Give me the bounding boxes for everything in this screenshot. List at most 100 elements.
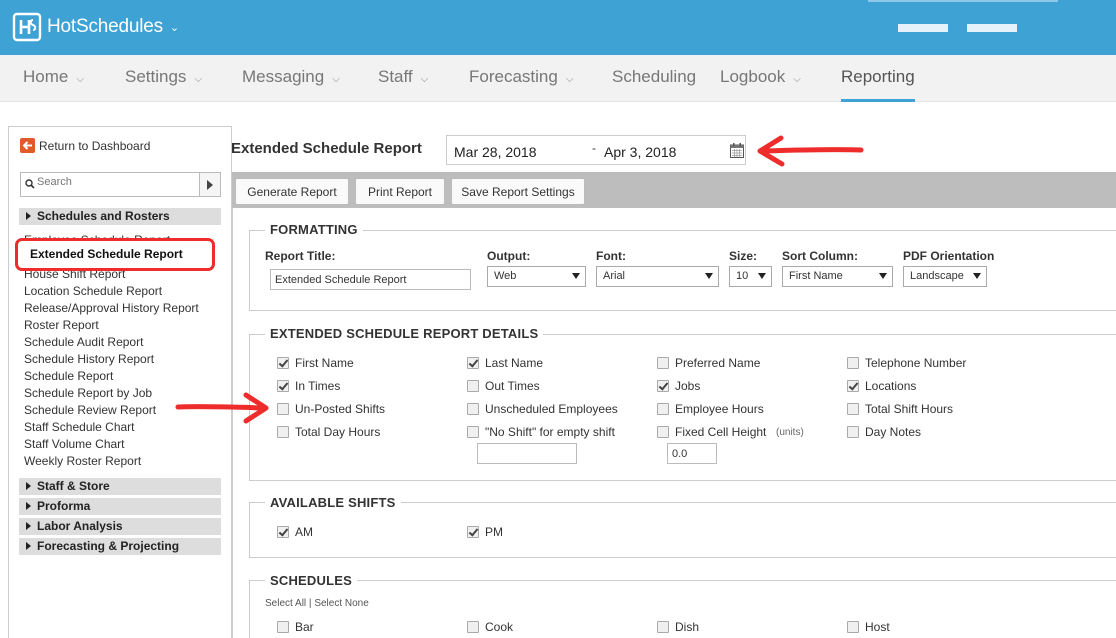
select-links: Select All | Select None [265,598,369,609]
checkbox[interactable] [657,380,669,392]
nav-label: Staff [378,67,413,86]
checkbox[interactable] [847,380,859,392]
available-shifts-panel [249,502,1116,558]
checkbox-label[interactable]: PM [485,525,503,539]
checkbox-label[interactable]: Unscheduled Employees [485,402,618,416]
checkbox-label[interactable]: Last Name [485,356,543,370]
sidebar-item[interactable]: Weekly Roster Report [24,454,141,468]
section-forecasting-projecting[interactable]: Forecasting & Projecting [19,538,221,555]
select-all-link[interactable]: Select All [265,598,306,609]
checkbox[interactable] [467,426,479,438]
section-proforma[interactable]: Proforma [19,498,221,515]
checkbox[interactable] [467,526,479,538]
sidebar-item[interactable]: Schedule Review Report [24,403,156,417]
checkbox[interactable] [277,380,289,392]
checkbox-label[interactable]: AM [295,525,313,539]
checkbox-label[interactable]: Cook [485,620,513,634]
checkbox-label[interactable]: Total Day Hours [295,425,380,439]
redacted-account-info[interactable] [967,24,1017,32]
nav-label: Scheduling [612,67,697,86]
sidebar-item[interactable]: Roster Report [24,318,99,332]
no-shift-text-input[interactable] [477,443,577,464]
cell-height-input[interactable] [667,443,717,464]
chevron-down-icon: ⌵ [194,74,203,85]
checkbox[interactable] [657,403,669,415]
checkbox-label[interactable]: Jobs [675,379,700,393]
checkbox-label[interactable]: Day Notes [865,425,921,439]
calendar-icon[interactable] [730,143,744,158]
checkbox[interactable] [277,426,289,438]
sidebar-item[interactable]: Schedule Audit Report [24,335,143,349]
checkbox[interactable] [847,403,859,415]
checkbox-label[interactable]: Total Shift Hours [865,402,953,416]
redacted-user-info[interactable] [898,24,948,32]
checkbox[interactable] [467,380,479,392]
checkbox-label[interactable]: Out Times [485,379,540,393]
checkbox-label[interactable]: Bar [295,620,314,634]
checkbox-label[interactable]: Fixed Cell Height [675,425,766,439]
checkbox[interactable] [467,403,479,415]
return-to-dashboard-link[interactable]: Return to Dashboard [20,138,150,153]
sidebar-item[interactable]: Release/Approval History Report [24,301,199,315]
nav-staff[interactable]: Staff ⌵ [378,67,428,102]
checkbox[interactable] [657,357,669,369]
section-labor-analysis[interactable]: Labor Analysis [19,518,221,535]
sidebar-item[interactable]: Schedule History Report [24,352,154,366]
checkbox-label[interactable]: Employee Hours [675,402,764,416]
checkbox-label[interactable]: Un-Posted Shifts [295,402,385,416]
nav-scheduling[interactable]: Scheduling [612,67,696,102]
print-report-button[interactable]: Print Report [355,178,445,205]
checkbox[interactable] [277,357,289,369]
app-logo[interactable]: HotSchedules ⌄ [12,12,179,42]
sidebar-item[interactable]: Schedule Report [24,369,113,383]
nav-reporting[interactable]: Reporting [841,67,915,102]
checkbox-label[interactable]: Preferred Name [675,356,760,370]
nav-settings[interactable]: Settings ⌵ [125,67,202,102]
report-title-input[interactable] [270,269,471,290]
checkbox-label[interactable]: "No Shift" for empty shift [485,425,615,439]
checkbox-label[interactable]: First Name [295,356,354,370]
font-select[interactable]: Arial [596,266,719,287]
select-none-link[interactable]: Select None [314,598,368,609]
sidebar-item[interactable]: Staff Schedule Chart [24,420,135,434]
expand-arrow-icon [26,502,31,510]
nav-home[interactable]: Home ⌵ [23,67,84,102]
date-range-picker[interactable]: Mar 28, 2018 - Apr 3, 2018 [446,135,746,165]
date-end[interactable]: Apr 3, 2018 [604,144,676,160]
checkbox[interactable] [657,426,669,438]
search-go-button[interactable] [199,172,221,197]
checkbox[interactable] [277,621,289,633]
search-input[interactable] [37,176,197,188]
nav-logbook[interactable]: Logbook ⌵ [720,67,801,102]
checkbox-label[interactable]: Telephone Number [865,356,966,370]
sidebar-item[interactable]: Schedule Report by Job [24,386,152,400]
nav-forecasting[interactable]: Forecasting ⌵ [469,67,573,102]
checkbox[interactable] [277,526,289,538]
chevron-down-icon: ⌄ [169,21,180,34]
checkbox-label[interactable]: In Times [295,379,340,393]
checkbox-label[interactable]: Locations [865,379,916,393]
checkbox[interactable] [847,426,859,438]
generate-report-button[interactable]: Generate Report [235,178,349,205]
return-label: Return to Dashboard [39,138,151,153]
section-staff-and-store[interactable]: Staff & Store [19,478,221,495]
checkbox[interactable] [277,403,289,415]
pdf-orientation-select[interactable]: Landscape [903,266,987,287]
output-select[interactable]: Web [487,266,586,287]
section-schedules-and-rosters[interactable]: Schedules and Rosters [19,208,221,225]
nav-messaging[interactable]: Messaging ⌵ [242,67,340,102]
checkbox[interactable] [467,621,479,633]
checkbox[interactable] [657,621,669,633]
size-select[interactable]: 10 [729,266,772,287]
checkbox-label[interactable]: Dish [675,620,699,634]
checkbox[interactable] [847,621,859,633]
date-start[interactable]: Mar 28, 2018 [454,144,537,160]
save-report-settings-button[interactable]: Save Report Settings [451,178,585,205]
sidebar-item[interactable]: Location Schedule Report [24,284,162,298]
sort-column-select[interactable]: First Name [782,266,893,287]
sidebar-item-extended-schedule-report[interactable]: Extended Schedule Report [15,238,215,271]
checkbox[interactable] [467,357,479,369]
sidebar-item[interactable]: Staff Volume Chart [24,437,125,451]
checkbox[interactable] [847,357,859,369]
checkbox-label[interactable]: Host [865,620,890,634]
